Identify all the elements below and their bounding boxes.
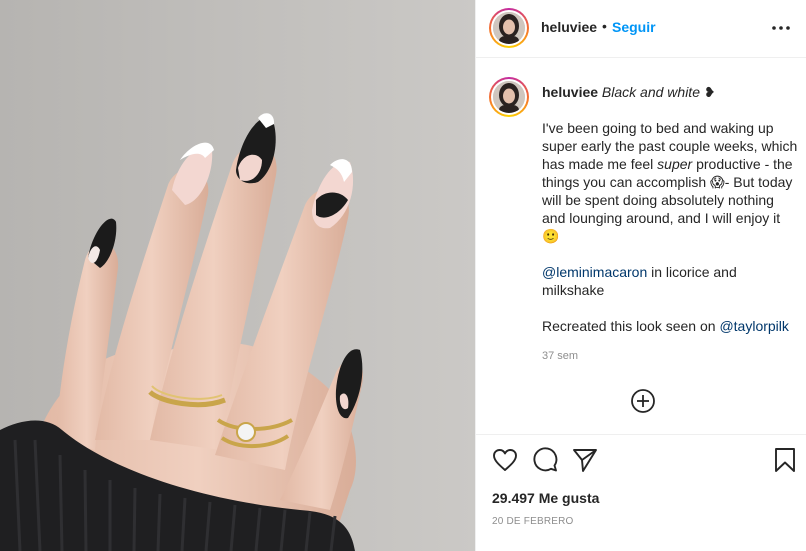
post-photo[interactable] — [0, 0, 475, 551]
caption-paragraph-3: Recreated this look seen on @taylorpilk — [542, 318, 789, 334]
caption-paragraph-2: @leminimacaron in licorice and milkshake — [542, 264, 737, 298]
caption-text: heluviee Black and white ❥ I've been goi… — [542, 83, 800, 353]
manicure-hand-image — [0, 0, 475, 551]
heart-icon[interactable] — [492, 447, 518, 473]
post-time-ago[interactable]: 37 sem — [542, 350, 578, 362]
caption-title: Black and white — [601, 84, 700, 100]
author-username[interactable]: heluviee — [541, 19, 597, 35]
post-header: heluviee • Seguir — [476, 0, 806, 58]
bookmark-icon[interactable] — [772, 447, 798, 473]
avatar-photo — [493, 12, 525, 44]
separator-dot: • — [602, 18, 607, 34]
mention-link[interactable]: @leminimacaron — [542, 264, 647, 280]
action-bar: 29.497 Me gusta 20 DE FEBRERO — [476, 434, 806, 551]
smile-emoji: 🙂 — [542, 228, 560, 244]
post-date: 20 DE FEBRERO — [492, 516, 574, 527]
caption-heading: heluviee Black and white ❥ — [542, 83, 800, 101]
mention-link[interactable]: @taylorpilk — [719, 318, 788, 334]
caption-section: heluviee Black and white ❥ I've been goi… — [476, 59, 806, 433]
share-icon[interactable] — [572, 447, 598, 473]
likes-count[interactable]: 29.497 Me gusta — [492, 490, 599, 506]
caption-paragraph-1: I've been going to bed and waking up sup… — [542, 120, 798, 244]
add-comment-icon[interactable] — [630, 388, 656, 414]
scream-emoji: 😱 — [710, 174, 725, 190]
more-options-icon[interactable] — [771, 16, 791, 40]
post-side-panel: heluviee • Seguir heluviee Black and whi… — [475, 0, 806, 551]
caption-body: I've been going to bed and waking up sup… — [542, 119, 800, 335]
caption-username[interactable]: heluviee — [542, 84, 598, 100]
avatar-photo — [493, 81, 525, 113]
post-dialog: heluviee • Seguir heluviee Black and whi… — [0, 0, 806, 551]
follow-button[interactable]: Seguir — [612, 19, 656, 35]
comment-icon[interactable] — [532, 447, 558, 473]
author-avatar[interactable] — [489, 8, 529, 48]
heart-emoji: ❥ — [703, 84, 716, 100]
caption-avatar[interactable] — [489, 77, 529, 117]
